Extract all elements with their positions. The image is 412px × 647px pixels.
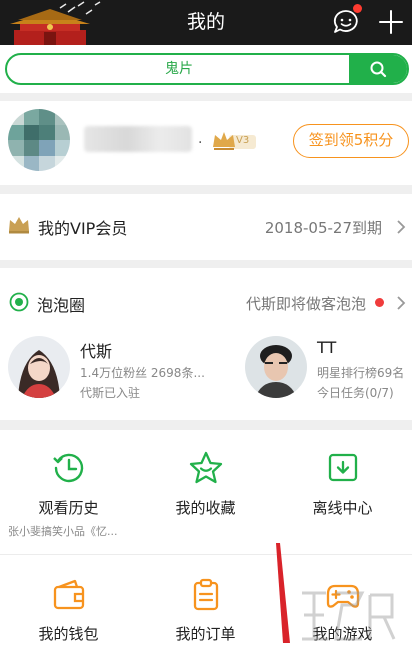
top-bar: 我的 <box>0 0 412 45</box>
username-blurred <box>84 126 192 152</box>
vip-label: 我的VIP会员 <box>38 219 128 238</box>
menu-wallet[interactable]: 我的钱包 <box>0 555 137 647</box>
star-card-daisi[interactable]: 代斯 1.4万位粉丝 2698条... 代斯已入驻 <box>8 336 205 402</box>
menu-label: 我的游戏 <box>312 625 373 643</box>
offline-download-icon <box>328 453 357 482</box>
user-profile-card[interactable]: . V3 签到领5积分 <box>0 101 412 185</box>
menu-favorites[interactable]: 我的收藏 <box>137 430 274 554</box>
star-name: TT <box>317 338 337 357</box>
last-watched-title: 张小斐搞笑小品《忆... <box>8 525 118 538</box>
vip-membership-row[interactable]: 我的VIP会员 2018-05-27到期 <box>0 194 412 260</box>
search-input[interactable]: 鬼片 <box>7 55 351 83</box>
star-status: 今日任务(0/7) <box>317 386 394 400</box>
menu-games[interactable]: 我的游戏 <box>274 555 411 647</box>
chevron-right-icon[interactable] <box>396 295 406 311</box>
history-clock-icon <box>52 453 83 483</box>
menu-watch-history[interactable]: 观看历史 张小斐搞笑小品《忆... <box>0 430 137 554</box>
plus-icon[interactable] <box>377 8 405 36</box>
star-card-tt[interactable]: TT 明星排行榜69名 今日任务(0/7) <box>245 336 411 402</box>
wallet-icon <box>53 579 84 610</box>
menu-label: 离线中心 <box>312 499 373 517</box>
menu-label: 我的钱包 <box>38 625 99 643</box>
bubble-title: 泡泡圈 <box>37 296 86 315</box>
order-clipboard-icon <box>193 578 218 611</box>
search-field: 鬼片 <box>5 53 409 85</box>
chevron-right-icon <box>397 220 406 234</box>
star-avatar[interactable] <box>8 336 70 398</box>
vip-crown-badge-icon <box>213 132 256 150</box>
star-name: 代斯 <box>80 342 113 361</box>
menu-offline-center[interactable]: 离线中心 <box>274 430 411 554</box>
star-stats: 1.4万位粉丝 2698条... <box>80 366 205 380</box>
search-button[interactable] <box>349 55 407 83</box>
message-badge <box>353 4 362 13</box>
bubble-circle-section: 泡泡圈 代斯即将做客泡泡 代斯 1.4万位粉丝 2698条... 代斯已入驻 T… <box>0 268 412 420</box>
menu-label: 我的订单 <box>175 625 236 643</box>
vip-level-text: V3 <box>236 135 250 146</box>
star-favorite-icon <box>189 451 222 484</box>
separator-dot: . <box>198 131 203 147</box>
star-status: 代斯已入驻 <box>80 386 141 400</box>
star-avatar[interactable] <box>245 336 307 398</box>
search-bar: 鬼片 <box>0 45 412 93</box>
menu-label: 观看历史 <box>38 499 99 517</box>
gamepad-icon <box>326 584 359 608</box>
menu-orders[interactable]: 我的订单 <box>137 555 274 647</box>
bubble-announcement[interactable]: 代斯即将做客泡泡 <box>246 293 366 314</box>
vip-expire-date: 2018-05-27到期 <box>264 219 382 237</box>
bubble-badge <box>375 298 384 307</box>
avatar[interactable] <box>8 109 70 171</box>
search-icon <box>370 61 387 78</box>
checkin-button[interactable]: 签到领5积分 <box>293 124 409 158</box>
crown-icon <box>9 217 29 234</box>
bubble-icon <box>9 292 29 312</box>
menu-label: 我的收藏 <box>175 499 236 517</box>
feature-grid: 观看历史 张小斐搞笑小品《忆... 我的收藏 离线中心 我的钱包 我的订单 我的… <box>0 430 412 647</box>
star-stats: 明星排行榜69名 <box>317 366 405 380</box>
